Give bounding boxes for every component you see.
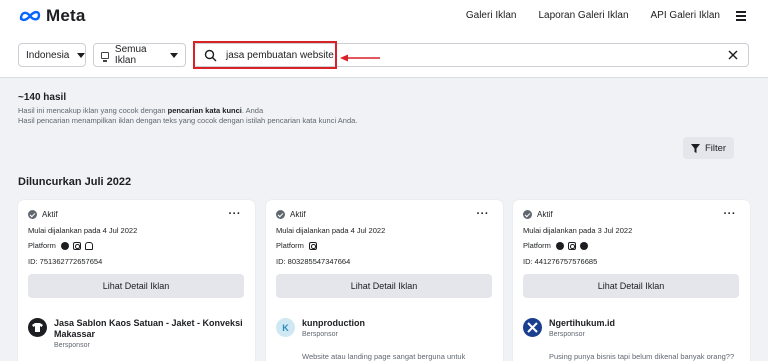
status-badge: Aktif xyxy=(523,210,553,219)
filter-button[interactable]: Filter xyxy=(683,137,734,159)
meta-logo[interactable]: Meta xyxy=(18,6,86,26)
ad-card: Aktif ··· Mulai dijalankan pada 3 Jul 20… xyxy=(513,200,750,361)
monitor-icon xyxy=(101,51,109,62)
search-bar: Indonesia Semua Iklan jasa pembuatan web… xyxy=(0,34,768,78)
ad-card: Aktif ··· Mulai dijalankan pada 4 Jul 20… xyxy=(18,200,255,361)
results-desc-line2: Hasil pencarian menampilkan iklan dengan… xyxy=(18,116,358,125)
ad-id: ID: 751362772657654 xyxy=(28,257,103,266)
filter-label: Filter xyxy=(704,142,727,154)
sponsored-label: Bersponsor xyxy=(302,331,338,338)
ad-type-value: Semua Iklan xyxy=(114,44,147,66)
nav-ad-library-report[interactable]: Laporan Galeri Iklan xyxy=(538,10,628,21)
facebook-icon xyxy=(60,241,69,250)
advertiser-name[interactable]: Ngertihukum.id xyxy=(549,318,739,329)
country-dropdown[interactable]: Indonesia xyxy=(18,43,86,67)
advertiser-name[interactable]: kunproduction xyxy=(302,318,492,329)
top-navigation-bar: Meta Galeri Iklan Laporan Galeri Iklan A… xyxy=(0,0,768,34)
status-label: Aktif xyxy=(537,210,553,219)
platform-label: Platform xyxy=(523,241,551,250)
platform-row: Platform xyxy=(276,241,317,250)
status-label: Aktif xyxy=(290,210,306,219)
nav-ad-library-api[interactable]: API Galeri Iklan xyxy=(651,10,720,21)
hamburger-menu-icon[interactable] xyxy=(736,11,746,23)
advertiser-row: Jasa Sablon Kaos Satuan - Jaket - Konvek… xyxy=(28,318,244,349)
country-value: Indonesia xyxy=(26,49,70,61)
results-description: Hasil ini mencakup iklan yang cocok deng… xyxy=(18,106,357,126)
filter-icon xyxy=(690,143,700,153)
start-date: Mulai dijalankan pada 4 Jul 2022 xyxy=(276,226,386,235)
avatar[interactable]: K xyxy=(276,318,295,337)
cross-logo-icon xyxy=(527,322,538,333)
ad-type-dropdown[interactable]: Semua Iklan xyxy=(93,43,186,67)
view-ad-details-button[interactable]: Lihat Detail Iklan xyxy=(523,274,739,298)
nav-ad-library[interactable]: Galeri Iklan xyxy=(466,10,517,21)
instagram-icon xyxy=(72,241,81,250)
facebook-icon xyxy=(555,241,564,250)
more-options-icon[interactable]: ··· xyxy=(477,208,490,220)
check-circle-icon xyxy=(276,210,285,219)
search-highlight-box xyxy=(193,41,337,69)
status-badge: Aktif xyxy=(28,210,58,219)
check-circle-icon xyxy=(28,210,37,219)
arrow-left-icon xyxy=(340,54,380,62)
results-desc-suffix: . Anda xyxy=(241,106,264,115)
brand-name: Meta xyxy=(46,6,86,25)
platform-row: Platform xyxy=(523,241,588,250)
advertiser-name[interactable]: Jasa Sablon Kaos Satuan - Jaket - Konvek… xyxy=(54,318,244,340)
status-badge: Aktif xyxy=(276,210,306,219)
tshirt-logo-icon xyxy=(32,323,43,332)
close-icon[interactable] xyxy=(727,49,739,61)
audience-network-icon xyxy=(84,241,93,250)
instagram-icon xyxy=(308,241,317,250)
avatar[interactable] xyxy=(28,318,47,337)
ad-card: Aktif ··· Mulai dijalankan pada 4 Jul 20… xyxy=(266,200,503,361)
more-options-icon[interactable]: ··· xyxy=(724,208,737,220)
sponsored-label: Bersponsor xyxy=(54,342,90,349)
results-summary: ~140 hasil Hasil ini mencakup iklan yang… xyxy=(18,92,357,126)
results-count: ~140 hasil xyxy=(18,92,67,103)
messenger-icon xyxy=(579,241,588,250)
advertiser-row: K kunproduction Bersponsor xyxy=(276,318,492,338)
results-desc-prefix: Hasil ini mencakup iklan yang cocok deng… xyxy=(18,106,168,115)
chevron-down-icon xyxy=(77,52,86,58)
platform-label: Platform xyxy=(28,241,56,250)
instagram-icon xyxy=(567,241,576,250)
results-desc-bold: pencarian kata kunci xyxy=(167,106,242,115)
ad-body-text: Pusing punya bisnis tapi belum dikenal b… xyxy=(549,352,735,361)
avatar[interactable] xyxy=(523,318,542,337)
ad-id: ID: 441276757576685 xyxy=(523,257,598,266)
section-title: Diluncurkan Juli 2022 xyxy=(18,176,132,188)
platform-row: Platform xyxy=(28,241,93,250)
sponsored-label: Bersponsor xyxy=(549,331,585,338)
view-ad-details-button[interactable]: Lihat Detail Iklan xyxy=(276,274,492,298)
header-nav: Galeri Iklan Laporan Galeri Iklan API Ga… xyxy=(444,10,720,21)
chevron-down-icon xyxy=(170,52,178,58)
check-circle-icon xyxy=(523,210,532,219)
advertiser-row: Ngertihukum.id Bersponsor xyxy=(523,318,739,338)
status-label: Aktif xyxy=(42,210,58,219)
ad-id: ID: 803285547347664 xyxy=(276,257,351,266)
meta-infinity-icon xyxy=(19,10,41,22)
start-date: Mulai dijalankan pada 4 Jul 2022 xyxy=(28,226,138,235)
ad-body-text: Website atau landing page sangat berguna… xyxy=(302,352,466,361)
view-ad-details-button[interactable]: Lihat Detail Iklan xyxy=(28,274,244,298)
more-options-icon[interactable]: ··· xyxy=(229,208,242,220)
platform-label: Platform xyxy=(276,241,304,250)
start-date: Mulai dijalankan pada 3 Jul 2022 xyxy=(523,226,633,235)
